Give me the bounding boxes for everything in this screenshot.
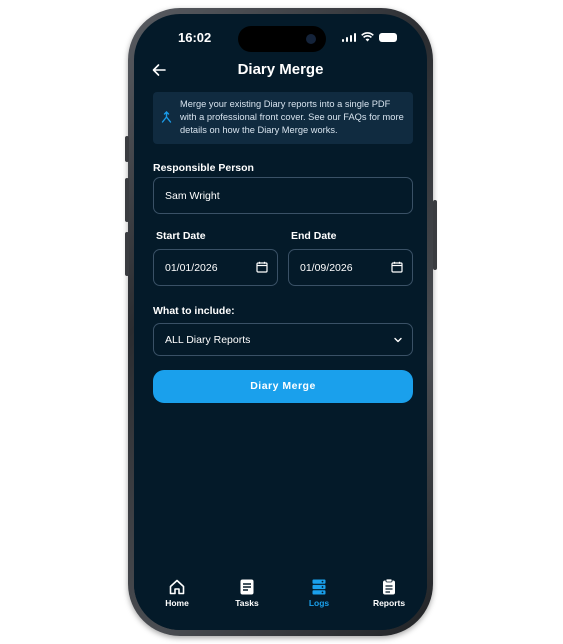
info-banner: Merge your existing Diary reports into a… (153, 92, 413, 144)
info-text: Merge your existing Diary reports into a… (180, 99, 404, 135)
calendar-icon[interactable] (391, 261, 403, 273)
app-screen: 16:02 Diary Merge Merge your existing Di… (134, 14, 427, 630)
signal-icon (341, 32, 356, 42)
include-select[interactable]: ALL Diary Reports (153, 323, 413, 356)
logs-icon (312, 579, 326, 595)
responsible-person-value: Sam Wright (165, 190, 220, 202)
power-button (433, 200, 437, 270)
tab-reports[interactable]: Reports (364, 578, 414, 608)
tab-bar: Home Tasks Logs Reports (134, 570, 427, 630)
tab-home[interactable]: Home (152, 578, 202, 608)
tab-home-label: Home (165, 598, 189, 608)
start-date-value: 01/01/2026 (165, 262, 218, 274)
nav-header: Diary Merge (134, 58, 427, 84)
battery-icon (379, 32, 397, 42)
status-time: 16:02 (178, 30, 212, 45)
tab-tasks[interactable]: Tasks (222, 578, 272, 608)
responsible-person-field[interactable]: Sam Wright (153, 177, 413, 214)
start-date-field[interactable]: 01/01/2026 (153, 249, 278, 286)
camera-icon (306, 34, 316, 44)
wifi-icon (361, 32, 374, 42)
diary-merge-button[interactable]: Diary Merge (153, 370, 413, 403)
merge-icon (161, 111, 172, 126)
tab-tasks-label: Tasks (235, 598, 259, 608)
responsible-person-label: Responsible Person (153, 162, 254, 174)
tab-logs[interactable]: Logs (294, 578, 344, 608)
tab-reports-label: Reports (372, 598, 406, 608)
reports-icon (383, 578, 395, 595)
end-date-label: End Date (291, 230, 337, 242)
tasks-icon (240, 579, 254, 595)
volume-down-button (125, 232, 129, 276)
volume-up-button (125, 178, 129, 222)
page-title: Diary Merge (237, 61, 324, 78)
home-icon (169, 579, 185, 595)
start-date-label: Start Date (156, 230, 206, 242)
end-date-value: 01/09/2026 (300, 262, 353, 274)
side-button (125, 136, 129, 162)
chevron-down-icon (394, 337, 402, 343)
include-label: What to include: (153, 305, 235, 317)
end-date-field[interactable]: 01/09/2026 (288, 249, 413, 286)
status-icons (341, 32, 397, 42)
dynamic-island (238, 26, 326, 52)
include-selected-value: ALL Diary Reports (165, 334, 251, 346)
tab-logs-label: Logs (308, 598, 330, 608)
calendar-icon[interactable] (256, 261, 268, 273)
